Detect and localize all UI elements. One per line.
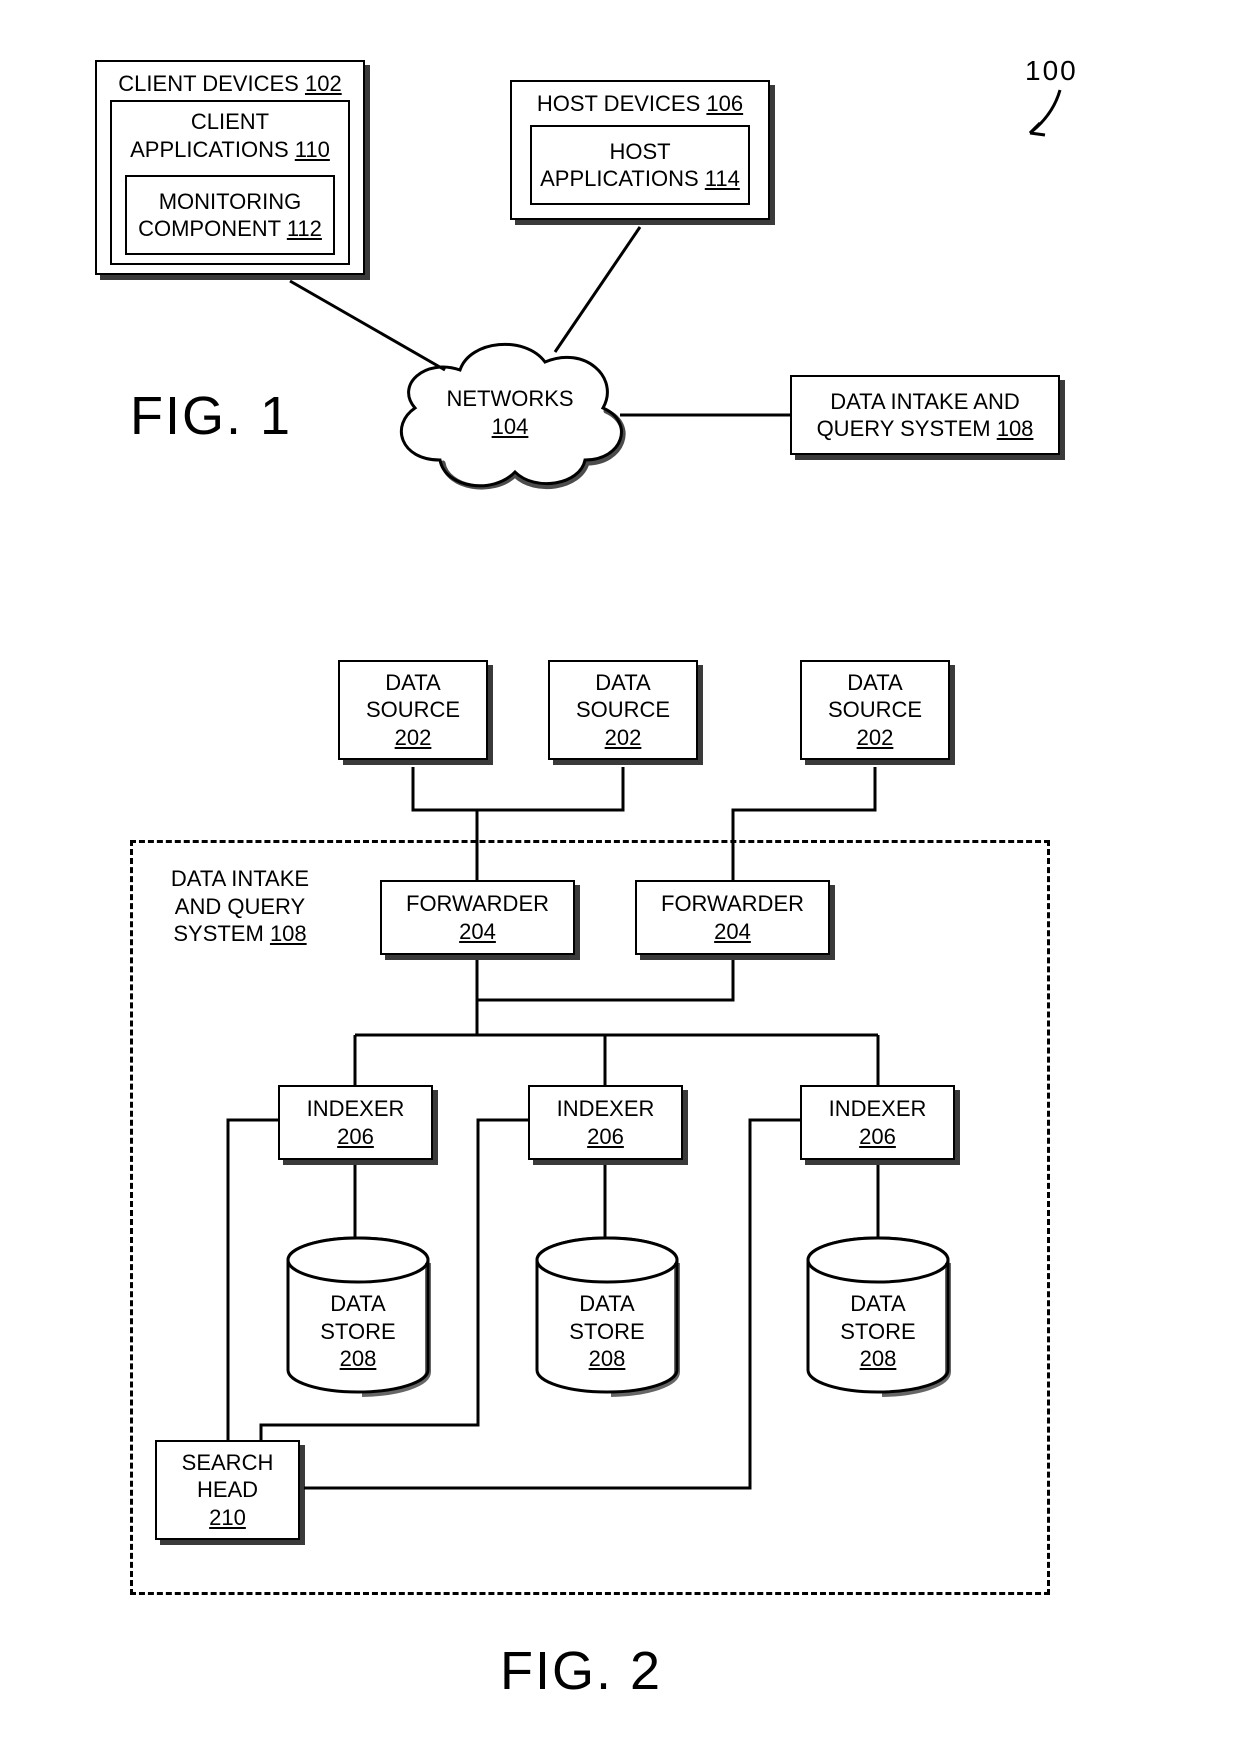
fig2-connectors	[0, 0, 1240, 1750]
fig2-caption: FIG. 2	[500, 1640, 662, 1702]
diagram-canvas: 100 CLIENT DEVICES 102 CLIENT APPLICATIO…	[0, 0, 1240, 1750]
